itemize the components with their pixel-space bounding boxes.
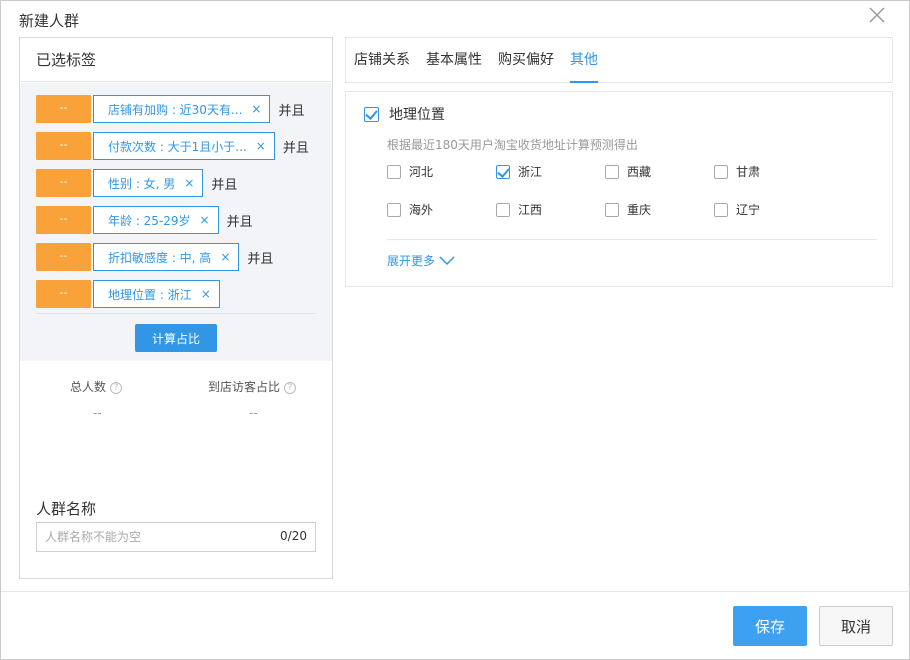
tag-chip-label: 年龄 : 25-29岁	[108, 213, 191, 228]
tag-row: -- 折扣敏感度 : 中, 高 × 并且	[36, 243, 273, 271]
tag-chip[interactable]: 性别 : 女, 男 ×	[93, 169, 204, 197]
tag-row: -- 性别 : 女, 男 × 并且	[36, 169, 237, 197]
province-option[interactable]: 西藏	[605, 163, 651, 180]
tag-chip-label: 店铺有加购 : 近30天有...	[108, 102, 243, 117]
province-label: 浙江	[518, 165, 543, 179]
tag-row: -- 年龄 : 25-29岁 × 并且	[36, 206, 253, 234]
tag-chip[interactable]: 折扣敏感度 : 中, 高 ×	[93, 243, 240, 271]
province-checkbox[interactable]	[387, 164, 401, 179]
tag-chip-label: 地理位置 : 浙江	[108, 287, 192, 302]
province-label: 江西	[518, 203, 543, 217]
province-checkbox[interactable]	[496, 164, 510, 179]
help-icon[interactable]: ?	[110, 382, 123, 394]
tag-chip[interactable]: 年龄 : 25-29岁 ×	[93, 206, 219, 234]
stat-label: 总人数	[70, 380, 107, 394]
tag-handle[interactable]: --	[36, 132, 91, 160]
geo-location-description: 根据最近180天用户淘宝收货地址计算预测得出	[387, 138, 638, 152]
province-option[interactable]: 江西	[496, 201, 542, 218]
province-checkbox[interactable]	[714, 164, 728, 179]
cancel-button[interactable]: 取消	[819, 606, 893, 646]
tab-purchase-preference[interactable]: 购买偏好	[498, 38, 554, 83]
province-option[interactable]: 甘肃	[714, 163, 760, 180]
help-icon[interactable]: ?	[284, 382, 297, 394]
province-checkbox[interactable]	[496, 202, 510, 217]
audience-name-field-wrap: 0/20	[36, 522, 316, 552]
tag-chip[interactable]: 地理位置 : 浙江 ×	[93, 280, 220, 308]
remove-tag-icon[interactable]: ×	[251, 102, 261, 116]
calculate-ratio-button[interactable]: 计算占比	[135, 324, 217, 352]
conjunction-label: 并且	[278, 103, 305, 119]
province-label: 海外	[409, 203, 434, 217]
geo-location-title: 地理位置	[389, 107, 445, 123]
divider	[36, 313, 316, 314]
geo-location-toggle[interactable]: 地理位置	[364, 104, 445, 124]
remove-tag-icon[interactable]: ×	[200, 213, 210, 227]
divider	[387, 239, 877, 240]
tag-chip[interactable]: 付款次数 : 大于1且小于... ×	[93, 132, 275, 160]
audience-name-input[interactable]	[37, 523, 277, 551]
selected-tags-panel: 已选标签 -- 店铺有加购 : 近30天有... × 并且 -- 付款次数 : …	[19, 37, 333, 579]
province-label: 重庆	[627, 203, 652, 217]
tab-basic-attributes[interactable]: 基本属性	[426, 38, 482, 83]
province-option[interactable]: 海外	[387, 201, 433, 218]
tag-chip[interactable]: 店铺有加购 : 近30天有... ×	[93, 95, 271, 123]
remove-tag-icon[interactable]: ×	[220, 250, 230, 264]
province-option[interactable]: 河北	[387, 163, 433, 180]
province-checkbox[interactable]	[605, 202, 619, 217]
footer-divider	[1, 591, 910, 592]
province-checkbox[interactable]	[714, 202, 728, 217]
tag-handle[interactable]: --	[36, 206, 91, 234]
tag-handle[interactable]: --	[36, 280, 91, 308]
total-count-label: 总人数?	[70, 378, 123, 395]
new-audience-dialog: 新建人群 已选标签 -- 店铺有加购 : 近30天有... × 并且 -- 付款…	[0, 0, 910, 660]
province-option[interactable]: 浙江	[496, 163, 542, 180]
province-option[interactable]: 辽宁	[714, 201, 760, 218]
expand-more-link[interactable]: 展开更多	[387, 252, 455, 269]
total-count-value: --	[93, 406, 102, 420]
conjunction-label: 并且	[211, 177, 238, 193]
char-counter: 0/20	[280, 529, 307, 543]
chevron-down-icon	[439, 255, 455, 265]
tag-list: -- 店铺有加购 : 近30天有... × 并且 -- 付款次数 : 大于1且小…	[20, 83, 332, 361]
tag-chip-label: 性别 : 女, 男	[108, 176, 176, 191]
province-label: 甘肃	[736, 165, 761, 179]
tag-row: -- 地理位置 : 浙江 ×	[36, 280, 220, 308]
province-label: 河北	[409, 165, 434, 179]
geo-location-checkbox[interactable]	[364, 106, 379, 122]
remove-tag-icon[interactable]: ×	[256, 139, 266, 153]
tag-row: -- 店铺有加购 : 近30天有... × 并且	[36, 95, 304, 123]
province-label: 西藏	[627, 165, 652, 179]
province-label: 辽宁	[736, 203, 761, 217]
visitor-ratio-label: 到店访客占比?	[208, 378, 297, 395]
stat-label: 到店访客占比	[208, 380, 281, 394]
expand-more-label: 展开更多	[387, 254, 436, 268]
tag-handle[interactable]: --	[36, 95, 91, 123]
tag-chip-label: 折扣敏感度 : 中, 高	[108, 250, 212, 265]
close-icon[interactable]	[867, 5, 887, 25]
visitor-ratio-value: --	[249, 406, 258, 420]
geo-location-section: 地理位置 根据最近180天用户淘宝收货地址计算预测得出 河北 浙江 西藏 甘肃 …	[345, 91, 893, 287]
selected-tags-heading: 已选标签	[20, 38, 332, 82]
conjunction-label: 并且	[226, 214, 253, 230]
remove-tag-icon[interactable]: ×	[184, 176, 194, 190]
province-checkbox[interactable]	[605, 164, 619, 179]
tab-shop-relation[interactable]: 店铺关系	[354, 38, 410, 83]
conjunction-label: 并且	[247, 251, 274, 267]
save-button[interactable]: 保存	[733, 606, 807, 646]
audience-name-label: 人群名称	[36, 500, 97, 518]
tag-row: -- 付款次数 : 大于1且小于... × 并且	[36, 132, 309, 160]
remove-tag-icon[interactable]: ×	[201, 287, 211, 301]
conjunction-label: 并且	[282, 140, 309, 156]
category-tabs: 店铺关系 基本属性 购买偏好 其他	[345, 37, 893, 83]
dialog-title: 新建人群	[19, 12, 80, 30]
province-checkbox[interactable]	[387, 202, 401, 217]
tag-chip-label: 付款次数 : 大于1且小于...	[108, 139, 247, 154]
province-option[interactable]: 重庆	[605, 201, 651, 218]
tag-handle[interactable]: --	[36, 169, 91, 197]
tag-handle[interactable]: --	[36, 243, 91, 271]
tab-other[interactable]: 其他	[570, 38, 598, 83]
